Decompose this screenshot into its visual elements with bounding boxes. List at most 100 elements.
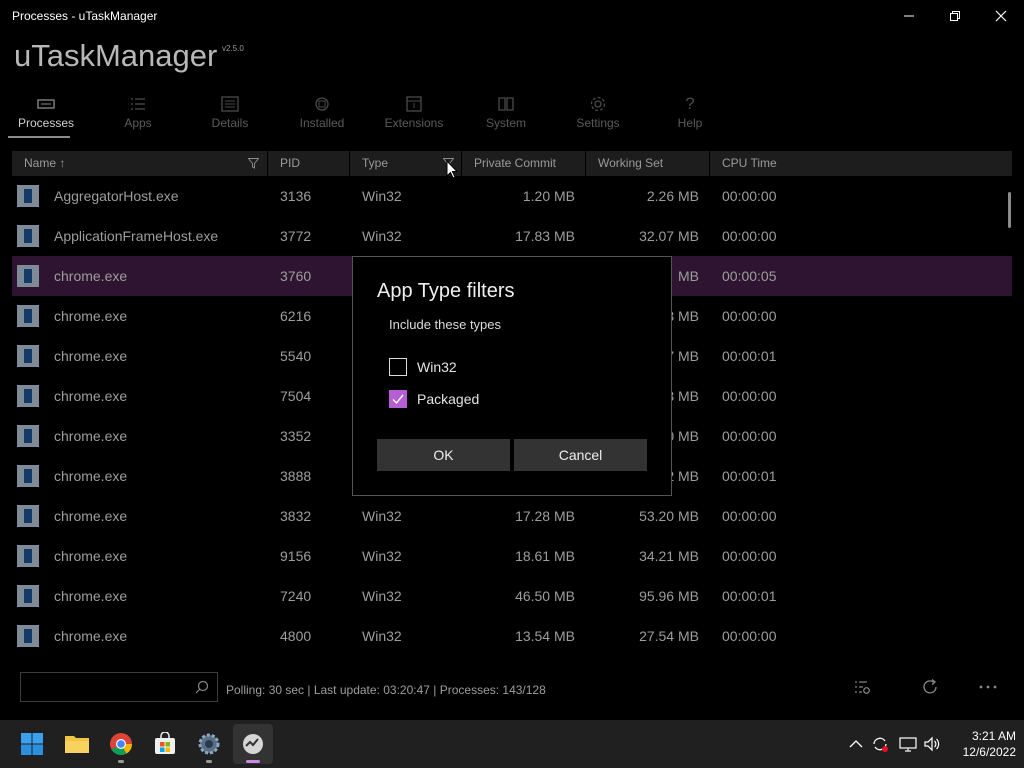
nav-details[interactable]: Details <box>184 94 276 138</box>
refresh-icon <box>923 679 937 694</box>
nav-extensions[interactable]: Extensions <box>368 94 460 138</box>
column-header-private-commit[interactable]: Private Commit <box>474 151 556 176</box>
cell-working: 2.26 MB <box>646 188 699 204</box>
running-indicator <box>118 760 124 763</box>
nav-label: System <box>485 116 526 130</box>
cell-private: 17.28 MB <box>515 508 575 524</box>
win32-checkbox-label[interactable]: Win32 <box>417 359 457 375</box>
taskbar-clock[interactable]: 3:21 AM 12/6/2022 <box>946 728 1016 760</box>
tray-volume[interactable] <box>921 732 943 756</box>
cell-cpu: 00:00:05 <box>722 268 777 284</box>
nav-label: Apps <box>124 116 152 130</box>
tray-network[interactable] <box>897 732 919 756</box>
cell-pid: 7504 <box>280 388 312 404</box>
cell-cpu: 00:00:00 <box>722 508 777 524</box>
apps-list-icon <box>131 98 145 110</box>
cell-pid: 3772 <box>280 228 312 244</box>
cell-private: 46.50 MB <box>515 588 575 604</box>
cell-name: chrome.exe <box>54 428 128 444</box>
cell-pid: 3136 <box>280 188 312 204</box>
refresh-button[interactable] <box>918 675 942 699</box>
nav-system[interactable]: System <box>460 94 552 138</box>
column-header-name[interactable]: Name ↑ <box>24 151 65 176</box>
cell-pid: 3760 <box>280 268 312 284</box>
packaged-checkbox[interactable] <box>389 390 407 408</box>
taskbar-microsoft-store[interactable] <box>145 724 185 764</box>
cell-cpu: 00:00:00 <box>722 428 777 444</box>
windows-start-icon <box>21 733 43 755</box>
installed-icon <box>315 97 329 111</box>
filter-icon[interactable] <box>248 158 259 169</box>
table-row[interactable]: chrome.exe 9156 Win32 18.61 MB 34.21 MB 00:00… <box>12 536 1012 576</box>
search-icon[interactable] <box>195 680 209 694</box>
taskbar-file-explorer[interactable] <box>57 724 97 764</box>
app-name: uTaskManager <box>14 38 218 73</box>
column-header-type[interactable]: Type <box>362 151 388 176</box>
minimize-button[interactable] <box>886 0 932 32</box>
cell-type: Win32 <box>362 508 402 524</box>
details-icon <box>221 96 239 112</box>
process-icon <box>17 545 39 567</box>
cell-pid: 9156 <box>280 548 312 564</box>
table-row[interactable]: chrome.exe 7240 Win32 46.50 MB 95.96 MB 00:00… <box>12 576 1012 616</box>
ok-button[interactable]: OK <box>377 439 510 471</box>
nav-label: Installed <box>299 116 345 130</box>
process-icon <box>17 505 39 527</box>
nav-apps[interactable]: Apps <box>92 94 184 138</box>
sync-icon <box>873 737 888 752</box>
restore-icon <box>950 11 960 21</box>
cell-name: chrome.exe <box>54 628 128 644</box>
cell-name: chrome.exe <box>54 268 128 284</box>
win32-checkbox[interactable] <box>389 358 407 376</box>
more-icon <box>979 685 997 689</box>
cell-type: Win32 <box>362 228 402 244</box>
cell-private: 13.54 MB <box>515 628 575 644</box>
taskbar-settings[interactable] <box>189 724 229 764</box>
cell-cpu: 00:00:00 <box>722 228 777 244</box>
nav-processes[interactable]: Processes <box>0 94 92 138</box>
file-explorer-icon <box>65 736 89 753</box>
nav-help[interactable]: ? Help <box>644 94 736 138</box>
extensions-icon <box>406 96 422 112</box>
column-header-working-set[interactable]: Working Set <box>598 151 663 176</box>
settings-icon <box>198 733 220 755</box>
process-icon <box>17 385 39 407</box>
cell-name: chrome.exe <box>54 388 128 404</box>
restore-button[interactable] <box>932 0 978 32</box>
column-header-pid[interactable]: PID <box>280 151 300 176</box>
search-box[interactable] <box>20 672 218 702</box>
cell-pid: 6216 <box>280 308 312 324</box>
running-indicator <box>206 760 212 763</box>
taskbar-chrome[interactable] <box>101 724 141 764</box>
nav-settings[interactable]: Settings <box>552 94 644 138</box>
start-button[interactable] <box>12 724 52 764</box>
table-row[interactable]: chrome.exe 4800 Win32 13.54 MB 27.54 MB 00:00… <box>12 616 1012 656</box>
table-row[interactable]: chrome.exe 3832 Win32 17.28 MB 53.20 MB 00:00… <box>12 496 1012 536</box>
cell-name: chrome.exe <box>54 348 128 364</box>
dialog-title: App Type filters <box>377 280 515 302</box>
process-icon <box>17 225 39 247</box>
tray-sync[interactable] <box>869 732 891 756</box>
column-header-cpu-time[interactable]: CPU Time <box>722 151 777 176</box>
table-row[interactable]: ApplicationFrameHost.exe 3772 Win32 17.83 M… <box>12 216 1012 256</box>
table-row[interactable]: AggregatorHost.exe 3136 Win32 1.20 MB 2.26 M… <box>12 176 1012 216</box>
tray-overflow[interactable] <box>845 732 867 756</box>
nav-installed[interactable]: Installed <box>276 94 368 138</box>
more-button[interactable] <box>976 675 1000 699</box>
cancel-button[interactable]: Cancel <box>514 439 647 471</box>
cell-private: 18.61 MB <box>515 548 575 564</box>
taskbar-utaskmanager[interactable] <box>233 724 273 764</box>
process-icon <box>17 185 39 207</box>
cell-cpu: 00:00:00 <box>722 188 777 204</box>
nav-label: Extensions <box>384 116 444 130</box>
utaskmanager-icon <box>243 734 263 754</box>
cell-pid: 3832 <box>280 508 312 524</box>
cell-cpu: 00:00:01 <box>722 348 777 364</box>
packaged-checkbox-label[interactable]: Packaged <box>417 391 479 407</box>
scrollbar-thumb[interactable] <box>1008 192 1011 228</box>
process-icon <box>17 345 39 367</box>
close-button[interactable] <box>978 0 1024 32</box>
cell-working: 34.21 MB <box>639 548 699 564</box>
nav-active-indicator <box>8 136 70 138</box>
filter-settings-button[interactable] <box>850 675 874 699</box>
